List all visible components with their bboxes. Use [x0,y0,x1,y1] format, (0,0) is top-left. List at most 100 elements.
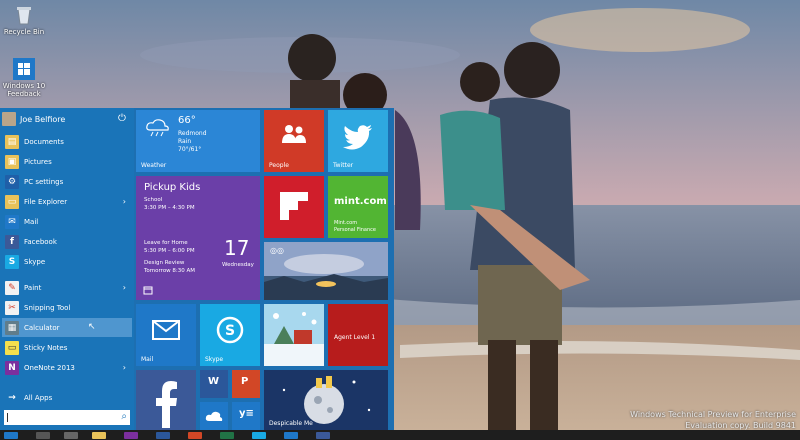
tile-label: Mail [141,356,154,363]
mint-line: Personal Finance [334,227,376,233]
tile-facebook[interactable] [136,370,196,430]
tile-twitter[interactable]: Twitter [328,110,388,172]
mail-icon: ✉ [5,214,19,229]
start-item-documents[interactable]: ▤ Documents [2,132,132,151]
tile-people[interactable]: People [264,110,324,172]
calendar-line: 5:30 PM – 6:00 PM [144,248,195,254]
start-item-mail[interactable]: ✉ Mail [2,212,132,231]
calendar-line: School [144,197,163,203]
start-item-label: File Explorer [24,197,68,206]
tile-label: Skype [205,356,224,363]
start-button[interactable] [4,432,18,439]
chevron-right-icon[interactable]: › [123,197,126,206]
folder-icon: ▭ [5,194,19,209]
start-item-label: PC settings [24,177,64,186]
yammer-icon: y≡ [239,408,254,419]
excel-taskbar-icon[interactable] [220,432,234,439]
onedrive-cloud-icon [205,411,223,421]
tile-game[interactable] [264,304,324,366]
start-menu: Joe Belfiore ⏻ ▤ Documents ▣ Pictures ⚙ … [0,108,394,430]
start-item-label: Documents [24,137,64,146]
weather-temp: 66° [178,115,196,126]
calendar-icon [143,286,153,295]
paint-icon: ✎ [5,280,19,295]
search-icon[interactable]: ⌕ [121,411,127,422]
search-input[interactable]: ⌕ [4,410,130,425]
onenote-taskbar-icon[interactable] [124,432,138,439]
power-icon[interactable]: ⏻ [116,113,128,125]
calculator-icon: ▦ [5,320,19,335]
windows-feedback-desktop-icon[interactable]: Windows 10 Feedback [2,58,46,98]
tile-word[interactable]: W [200,370,228,398]
tile-label: Twitter [333,162,354,169]
start-item-label: Facebook [24,237,57,246]
start-item-skype[interactable]: S Skype [2,252,132,271]
skype-logo-icon: S [216,316,244,344]
tile-flipboard[interactable] [264,176,324,238]
user-account[interactable]: Joe Belfiore ⏻ [2,110,132,128]
skype-taskbar-icon[interactable] [252,432,266,439]
tile-agent[interactable]: Agent Level 1 [328,304,388,366]
word-taskbar-icon[interactable] [156,432,170,439]
tile-despicable-me[interactable]: Despicable Me [264,370,388,430]
tile-photo-travel[interactable]: ◎◎ [264,242,388,300]
start-item-facebook[interactable]: f Facebook [2,232,132,251]
documents-icon: ▤ [5,134,19,149]
gear-icon: ⚙ [5,174,19,189]
task-view-button[interactable] [64,432,78,439]
watermark-line-2: Evaluation copy. Build 9841 [685,421,796,430]
all-apps-button[interactable]: → All Apps [2,388,132,407]
chevron-right-icon[interactable]: › [123,363,126,372]
calendar-line: Leave for Home [144,240,188,246]
game-artwork [264,304,324,366]
app-taskbar-icon[interactable] [316,432,330,439]
watermark-line-1: Windows Technical Preview for Enterprise [630,410,796,419]
tile-onedrive[interactable] [200,402,228,430]
search-taskbar-button[interactable] [36,432,50,439]
weather-city: Redmond [178,130,207,137]
start-item-label: Snipping Tool [24,303,71,312]
start-item-label: OneNote 2013 [24,363,75,372]
start-item-label: Sticky Notes [24,343,68,352]
calendar-weekday: Wednesday [222,262,254,268]
tile-calendar[interactable]: Pickup Kids School 3:30 PM – 4:30 PM Lea… [136,176,260,300]
file-explorer-taskbar-icon[interactable] [92,432,106,439]
taskbar [0,430,800,440]
pictures-icon: ▣ [5,154,19,169]
start-item-sticky-notes[interactable]: ▭ Sticky Notes [2,338,132,357]
start-item-paint[interactable]: ✎ Paint › [2,278,132,297]
tile-yammer[interactable]: y≡ [232,402,260,430]
ie-taskbar-icon[interactable] [284,432,298,439]
twitter-bird-icon [343,125,372,150]
tile-skype[interactable]: S Skype [200,304,260,366]
tile-label: People [269,162,289,169]
start-menu-app-list: Joe Belfiore ⏻ ▤ Documents ▣ Pictures ⚙ … [0,108,134,430]
start-item-pictures[interactable]: ▣ Pictures [2,152,132,171]
user-name: Joe Belfiore [20,114,66,124]
start-item-snipping-tool[interactable]: ✂ Snipping Tool [2,298,132,317]
start-item-onenote[interactable]: N OneNote 2013 › [2,358,132,377]
chevron-right-icon[interactable]: › [123,283,126,292]
calendar-line: Tomorrow 8:30 AM [144,268,196,274]
tile-mail[interactable]: Mail [136,304,196,366]
tile-label: Weather [141,162,167,169]
tile-weather[interactable]: 66° Redmond Rain 70°/61° Weather [136,110,260,172]
people-icon [282,125,306,143]
start-item-calculator[interactable]: ▦ Calculator ↖ [2,318,132,337]
rain-cloud-icon [146,119,169,137]
start-item-label: Mail [24,217,39,226]
tile-mint[interactable]: mint.com Mint.com Personal Finance [328,176,388,238]
recycle-bin-icon [13,4,35,26]
powerpoint-taskbar-icon[interactable] [188,432,202,439]
start-item-file-explorer[interactable]: ▭ File Explorer › [2,192,132,211]
powerpoint-icon: P [241,376,249,387]
recycle-bin-desktop-icon[interactable]: Recycle Bin [2,4,46,36]
tripadvisor-icon: ◎◎ [270,246,284,255]
weather-range: 70°/61° [178,146,202,153]
windows-feedback-label: Windows 10 Feedback [2,82,46,98]
tile-label: Agent Level 1 [334,334,376,341]
svg-text:S: S [225,323,235,339]
start-item-pc-settings[interactable]: ⚙ PC settings [2,172,132,191]
tile-powerpoint[interactable]: P [232,370,260,398]
all-apps-label: All Apps [24,393,53,402]
